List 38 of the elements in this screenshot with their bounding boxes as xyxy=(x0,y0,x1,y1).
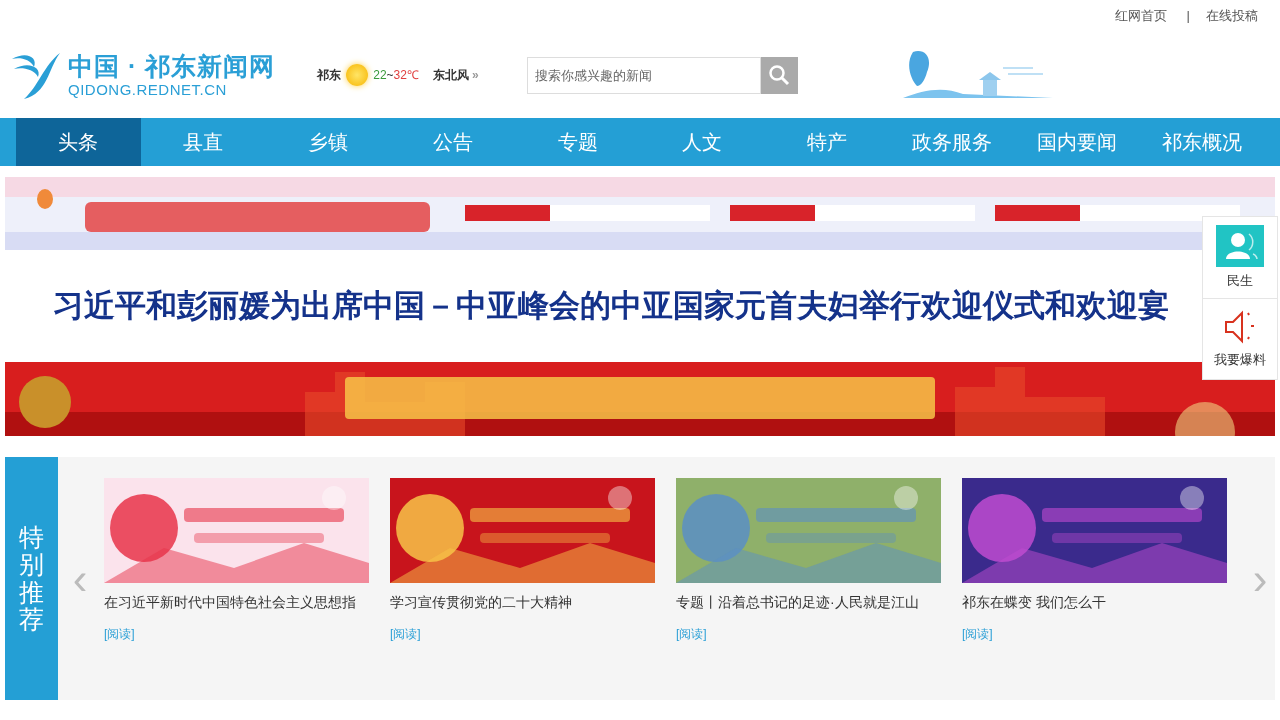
headline[interactable]: 习近平和彭丽媛为出席中国－中亚峰会的中亚国家元首夫妇举行欢迎仪式和欢迎宴 xyxy=(53,282,1169,330)
card-title[interactable]: 在习近平新时代中国特色社会主义思想指 xyxy=(104,592,369,613)
nav-tab[interactable]: 特产 xyxy=(764,118,890,166)
nav-tab[interactable]: 政务服务 xyxy=(889,118,1015,166)
search-button[interactable] xyxy=(760,56,798,94)
card-title[interactable]: 专题丨沿着总书记的足迹·人民就是江山 xyxy=(676,592,941,613)
search-field[interactable]: 搜索你感兴趣的新闻 xyxy=(526,56,761,94)
low-temperature: 22 xyxy=(373,67,387,84)
sun-icon xyxy=(346,64,369,86)
panel-label[interactable]: 民生 xyxy=(1227,270,1253,291)
nav-tab[interactable]: 县直 xyxy=(140,118,266,166)
read-link[interactable]: [阅读] xyxy=(104,625,135,643)
nav-tab[interactable]: 乡镇 xyxy=(265,118,391,166)
card-title[interactable]: 学习宣传贯彻党的二十大精神 xyxy=(390,592,655,613)
panel-label[interactable]: 我要爆料 xyxy=(1214,350,1266,370)
wind-direction: 东北风 xyxy=(432,67,469,84)
site-domain: QIDONG.REDNET.CN xyxy=(68,81,228,99)
read-link[interactable]: [阅读] xyxy=(676,625,707,643)
read-link[interactable]: [阅读] xyxy=(962,625,993,643)
weather-city: 祁东 xyxy=(317,67,342,84)
search-icon xyxy=(768,64,791,86)
nav-tab[interactable]: 国内要闻 xyxy=(1014,118,1140,166)
nav-tab[interactable]: 公告 xyxy=(390,118,516,166)
read-link[interactable]: [阅读] xyxy=(390,625,421,643)
link-separator: | xyxy=(1185,7,1191,26)
range-separator: ~ xyxy=(386,67,394,84)
top-link[interactable]: 红网首页 xyxy=(1106,6,1175,26)
nav-tab[interactable]: 人文 xyxy=(640,118,765,166)
high-temperature: 32℃ xyxy=(393,67,419,84)
site-title: 中国 · 祁东新闻网 xyxy=(68,51,276,81)
user-icon[interactable] xyxy=(1216,224,1264,267)
nav-tab[interactable]: 头条 xyxy=(16,118,141,166)
more-link[interactable]: » xyxy=(471,66,479,84)
top-link[interactable]: 在线投稿 xyxy=(1202,6,1262,26)
card-title[interactable]: 祁东在蝶变 我们怎么干 xyxy=(962,592,1227,613)
nav-tab[interactable]: 专题 xyxy=(515,118,640,166)
section-label: 特别推荐 xyxy=(5,457,58,700)
nav-tab[interactable]: 祁东概况 xyxy=(1139,118,1264,166)
